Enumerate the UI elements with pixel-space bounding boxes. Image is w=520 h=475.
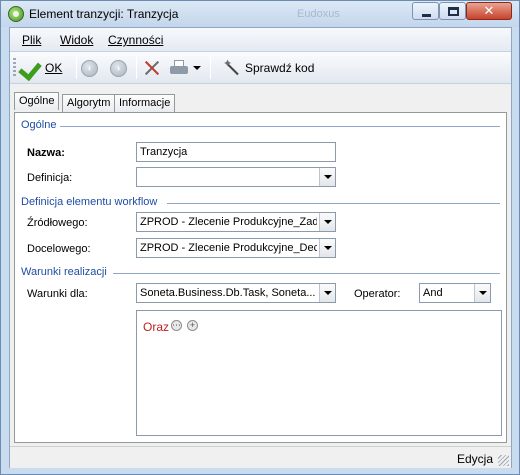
source-value: ZPROD - Zlecenie Produkcyjne_Zadanie (140, 216, 317, 228)
section-divider (167, 203, 500, 204)
toolbar-separator (210, 57, 211, 79)
forward-button[interactable]: › (110, 56, 127, 80)
menu-widok-label: Widok (60, 33, 94, 47)
menu-bar: Plik Widok Czynności (10, 28, 511, 52)
tools-button[interactable] (143, 56, 161, 80)
check-code-label: Sprawdź kod (245, 61, 315, 75)
definition-dropdown-button[interactable] (319, 168, 335, 186)
chevron-down-icon (323, 220, 332, 224)
app-icon[interactable] (8, 6, 24, 22)
back-button[interactable]: ‹ (81, 56, 98, 80)
title-bar[interactable]: Element tranzycji: Tranzycja Eudoxus ✕ (1, 1, 519, 27)
checkmark-icon (19, 58, 41, 78)
status-mode: Edycja (457, 452, 494, 466)
window-title: Element tranzycji: Tranzycja (29, 7, 179, 21)
maximize-button[interactable] (439, 2, 466, 20)
toolbar: OK ‹ › Sprawdź kod (10, 52, 511, 84)
operator-label: Operator: (354, 288, 401, 300)
conditions-for-value: Soneta.Business.Db.Task, Soneta... (140, 287, 316, 299)
close-button[interactable]: ✕ (466, 2, 512, 20)
section-header-conditions: Warunki realizacji (21, 266, 107, 278)
definition-label: Definicja: (27, 172, 73, 184)
chevron-down-icon (323, 291, 332, 295)
section-header-general: Ogólne (21, 119, 57, 131)
toolbar-separator (136, 57, 137, 79)
ok-label: OK (45, 61, 62, 75)
target-dropdown-button[interactable] (319, 239, 335, 257)
check-code-button[interactable]: Sprawdź kod (223, 56, 314, 80)
section-divider (113, 273, 500, 274)
tab-ogolne[interactable]: Ogólne (14, 92, 60, 110)
chevron-down-icon[interactable] (193, 66, 201, 70)
source-dropdown-button[interactable] (319, 213, 335, 231)
more-options-icon[interactable]: ⋯ (171, 320, 182, 331)
print-button[interactable] (170, 56, 201, 80)
back-arrow-icon: ‹ (81, 59, 98, 77)
status-bar: Edycja (10, 446, 511, 468)
client-area: Plik Widok Czynności OK ‹ › ✦ Sprawdź ko… (9, 27, 512, 468)
ok-label-text: OK (45, 61, 63, 75)
toolbar-separator (76, 57, 77, 79)
tab-panel-ogolne: Ogólne Nazwa: Tranzycja Definicja: Defin… (14, 112, 507, 443)
tab-ogolne-label: Ogólne (19, 95, 55, 107)
background-window-title: Eudoxus (297, 8, 340, 20)
ok-button[interactable]: OK (19, 56, 62, 80)
resize-grip[interactable] (498, 455, 509, 466)
minimize-icon (422, 14, 431, 17)
operator-combo[interactable]: And (419, 283, 491, 303)
source-label: Źródłowego: (27, 217, 88, 229)
window: Element tranzycji: Tranzycja Eudoxus ✕ P… (0, 0, 520, 475)
conditions-for-label: Warunki dla: (27, 288, 88, 300)
target-value: ZPROD - Zlecenie Produkcyjne_Decyzja (140, 242, 317, 254)
chevron-down-icon (323, 175, 332, 179)
tab-informacje-label: Informacje (119, 97, 171, 109)
target-combo[interactable]: ZPROD - Zlecenie Produkcyjne_Decyzja (136, 238, 336, 258)
menu-czynnosci-label: Czynności (108, 33, 164, 47)
tab-algorytm[interactable]: Algorytm (62, 94, 116, 112)
section-divider (60, 126, 500, 127)
maximize-icon (448, 7, 459, 16)
menu-plik-label: Plik (22, 33, 42, 47)
chevron-down-icon (323, 246, 332, 250)
definition-combo[interactable] (136, 167, 336, 187)
close-icon: ✕ (483, 3, 495, 18)
menu-widok[interactable]: Widok (60, 33, 93, 47)
magic-wand-icon (223, 57, 241, 77)
toolbar-grip[interactable] (13, 58, 16, 78)
name-label: Nazwa: (27, 147, 65, 159)
tab-informacje[interactable]: Informacje (114, 94, 176, 112)
forward-arrow-icon: › (110, 59, 127, 77)
operator-value: And (423, 287, 443, 299)
section-header-workflow: Definicja elementu workflow (21, 196, 158, 208)
menu-czynnosci[interactable]: Czynności (108, 33, 163, 47)
menu-plik[interactable]: Plik (22, 33, 41, 47)
oraz-node-label[interactable]: Oraz (143, 320, 169, 334)
tab-algorytm-label: Algorytm (67, 97, 111, 109)
tools-icon (143, 59, 161, 77)
printer-icon (170, 60, 188, 76)
conditions-editor[interactable]: Oraz ⋯ + (136, 310, 502, 436)
operator-dropdown-button[interactable] (474, 284, 490, 302)
add-condition-icon[interactable]: + (187, 320, 198, 331)
conditions-for-dropdown-button[interactable] (319, 284, 335, 302)
source-combo[interactable]: ZPROD - Zlecenie Produkcyjne_Zadanie (136, 212, 336, 232)
minimize-button[interactable] (412, 2, 439, 20)
target-label: Docelowego: (27, 243, 91, 255)
name-field[interactable]: Tranzycja (136, 142, 336, 162)
chevron-down-icon (478, 291, 487, 295)
conditions-for-combo[interactable]: Soneta.Business.Db.Task, Soneta... (136, 283, 336, 303)
